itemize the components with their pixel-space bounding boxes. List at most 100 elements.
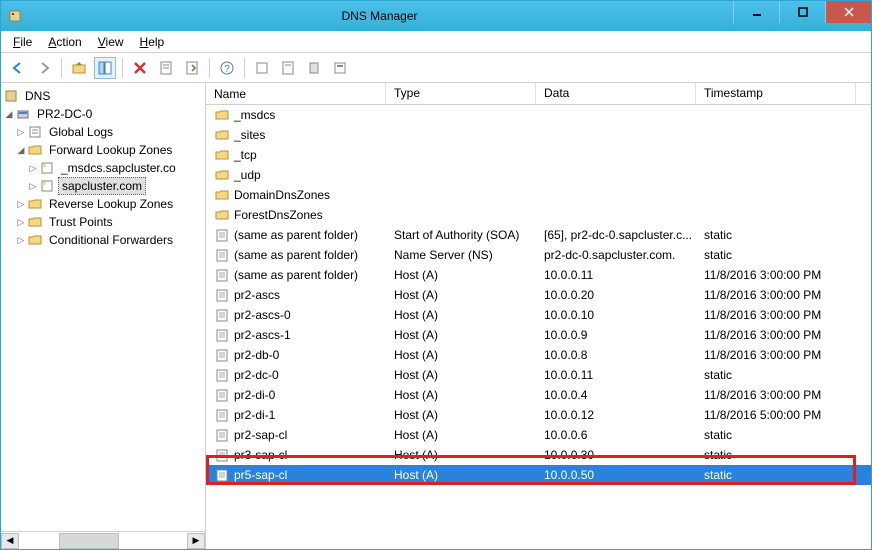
toolbar-separator xyxy=(209,58,210,78)
table-row[interactable]: DomainDnsZones xyxy=(206,185,871,205)
row-type: Host (A) xyxy=(386,448,536,462)
expand-icon[interactable]: ▷ xyxy=(15,199,27,210)
expand-icon[interactable]: ▷ xyxy=(15,235,27,246)
tree-label: sapcluster.com xyxy=(58,177,146,195)
table-row[interactable]: pr2-sap-clHost (A)10.0.0.6static xyxy=(206,425,871,445)
table-row[interactable]: (same as parent folder)Host (A)10.0.0.11… xyxy=(206,265,871,285)
tool-3-button[interactable] xyxy=(303,57,325,79)
expand-icon[interactable]: ▷ xyxy=(15,127,27,138)
tree-sapcluster[interactable]: ▷ sapcluster.com xyxy=(3,177,203,195)
row-timestamp: 11/8/2016 3:00:00 PM xyxy=(696,268,856,282)
maximize-button[interactable] xyxy=(779,1,825,23)
row-name: pr2-ascs-0 xyxy=(234,308,291,322)
scroll-right-button[interactable]: ▶ xyxy=(187,533,205,549)
row-name: pr2-sap-cl xyxy=(234,428,287,442)
menu-view[interactable]: View xyxy=(92,33,130,51)
table-row[interactable]: ForestDnsZones xyxy=(206,205,871,225)
row-timestamp: static xyxy=(696,228,856,242)
row-type: Host (A) xyxy=(386,408,536,422)
tree-tp[interactable]: ▷ Trust Points xyxy=(3,213,203,231)
close-button[interactable] xyxy=(825,1,871,23)
row-type: Host (A) xyxy=(386,348,536,362)
table-row[interactable]: pr3-sap-clHost (A)10.0.0.30static xyxy=(206,445,871,465)
table-row[interactable]: pr2-ascs-0Host (A)10.0.0.1011/8/2016 3:0… xyxy=(206,305,871,325)
table-row[interactable]: _msdcs xyxy=(206,105,871,125)
toolbar: ? xyxy=(1,53,871,83)
tool-1-button[interactable] xyxy=(251,57,273,79)
tree-root[interactable]: DNS xyxy=(3,87,203,105)
tree-msdcs[interactable]: ▷ _msdcs.sapcluster.co xyxy=(3,159,203,177)
column-timestamp[interactable]: Timestamp xyxy=(696,83,856,104)
tree-rlz[interactable]: ▷ Reverse Lookup Zones xyxy=(3,195,203,213)
table-row[interactable]: pr2-ascs-1Host (A)10.0.0.911/8/2016 3:00… xyxy=(206,325,871,345)
svg-text:?: ? xyxy=(224,64,230,75)
row-timestamp: 11/8/2016 5:00:00 PM xyxy=(696,408,856,422)
scroll-left-button[interactable]: ◀ xyxy=(1,533,19,549)
table-row[interactable]: (same as parent folder)Name Server (NS)p… xyxy=(206,245,871,265)
row-name: pr2-dc-0 xyxy=(234,368,279,382)
row-timestamp: 11/8/2016 3:00:00 PM xyxy=(696,328,856,342)
table-row[interactable]: pr2-dc-0Host (A)10.0.0.11static xyxy=(206,365,871,385)
tool-2-button[interactable] xyxy=(277,57,299,79)
row-timestamp: 11/8/2016 3:00:00 PM xyxy=(696,288,856,302)
column-data[interactable]: Data xyxy=(536,83,696,104)
up-button[interactable] xyxy=(68,57,90,79)
back-button[interactable] xyxy=(7,57,29,79)
folder-icon xyxy=(27,214,43,230)
table-row[interactable]: pr2-ascsHost (A)10.0.0.2011/8/2016 3:00:… xyxy=(206,285,871,305)
tree-flz[interactable]: ◢ Forward Lookup Zones xyxy=(3,141,203,159)
titlebar[interactable]: DNS Manager xyxy=(1,1,871,31)
table-row[interactable]: _udp xyxy=(206,165,871,185)
folder-icon xyxy=(214,107,230,123)
expand-icon[interactable]: ▷ xyxy=(27,181,39,192)
tree-hscroll[interactable]: ◀ ▶ xyxy=(1,531,205,549)
server-icon xyxy=(15,106,31,122)
scroll-thumb[interactable] xyxy=(59,533,119,549)
show-hide-tree-button[interactable] xyxy=(94,57,116,79)
tree-server[interactable]: ◢ PR2-DC-0 xyxy=(3,105,203,123)
tree-global-logs[interactable]: ▷ Global Logs xyxy=(3,123,203,141)
table-row[interactable]: pr2-di-0Host (A)10.0.0.411/8/2016 3:00:0… xyxy=(206,385,871,405)
column-type[interactable]: Type xyxy=(386,83,536,104)
help-button[interactable]: ? xyxy=(216,57,238,79)
tree-label: Global Logs xyxy=(46,124,116,140)
forward-button[interactable] xyxy=(33,57,55,79)
delete-button[interactable] xyxy=(129,57,151,79)
record-icon xyxy=(214,467,230,483)
collapse-icon[interactable]: ◢ xyxy=(15,145,27,156)
table-row[interactable]: _sites xyxy=(206,125,871,145)
table-row[interactable]: _tcp xyxy=(206,145,871,165)
table-row[interactable]: (same as parent folder)Start of Authorit… xyxy=(206,225,871,245)
tree-label: Trust Points xyxy=(46,214,116,230)
list-body[interactable]: _msdcs_sites_tcp_udpDomainDnsZonesForest… xyxy=(206,105,871,549)
table-row[interactable]: pr5-sap-clHost (A)10.0.0.50static xyxy=(206,465,871,485)
tree-cf[interactable]: ▷ Conditional Forwarders xyxy=(3,231,203,249)
menu-action[interactable]: Action xyxy=(42,33,87,51)
record-icon xyxy=(214,387,230,403)
tree-body[interactable]: DNS ◢ PR2-DC-0 ▷ Global Logs ◢ Forward L… xyxy=(1,83,205,531)
column-name[interactable]: Name xyxy=(206,83,386,104)
expand-icon[interactable]: ▷ xyxy=(15,217,27,228)
row-name: pr3-sap-cl xyxy=(234,448,287,462)
row-data: 10.0.0.20 xyxy=(536,288,696,302)
tool-4-button[interactable] xyxy=(329,57,351,79)
folder-icon xyxy=(214,147,230,163)
table-row[interactable]: pr2-di-1Host (A)10.0.0.1211/8/2016 5:00:… xyxy=(206,405,871,425)
row-type: Host (A) xyxy=(386,428,536,442)
collapse-icon[interactable]: ◢ xyxy=(3,109,15,120)
table-row[interactable]: pr2-db-0Host (A)10.0.0.811/8/2016 3:00:0… xyxy=(206,345,871,365)
minimize-button[interactable] xyxy=(733,1,779,23)
row-name: pr2-db-0 xyxy=(234,348,279,362)
row-timestamp: 11/8/2016 3:00:00 PM xyxy=(696,388,856,402)
menu-file[interactable]: File xyxy=(7,33,38,51)
list-header: Name Type Data Timestamp xyxy=(206,83,871,105)
row-name: pr2-ascs-1 xyxy=(234,328,291,342)
row-data: 10.0.0.30 xyxy=(536,448,696,462)
row-data: 10.0.0.8 xyxy=(536,348,696,362)
row-name: pr2-di-1 xyxy=(234,408,275,422)
row-name: (same as parent folder) xyxy=(234,228,358,242)
expand-icon[interactable]: ▷ xyxy=(27,163,39,174)
properties-button[interactable] xyxy=(155,57,177,79)
menu-help[interactable]: Help xyxy=(134,33,171,51)
refresh-button[interactable] xyxy=(181,57,203,79)
